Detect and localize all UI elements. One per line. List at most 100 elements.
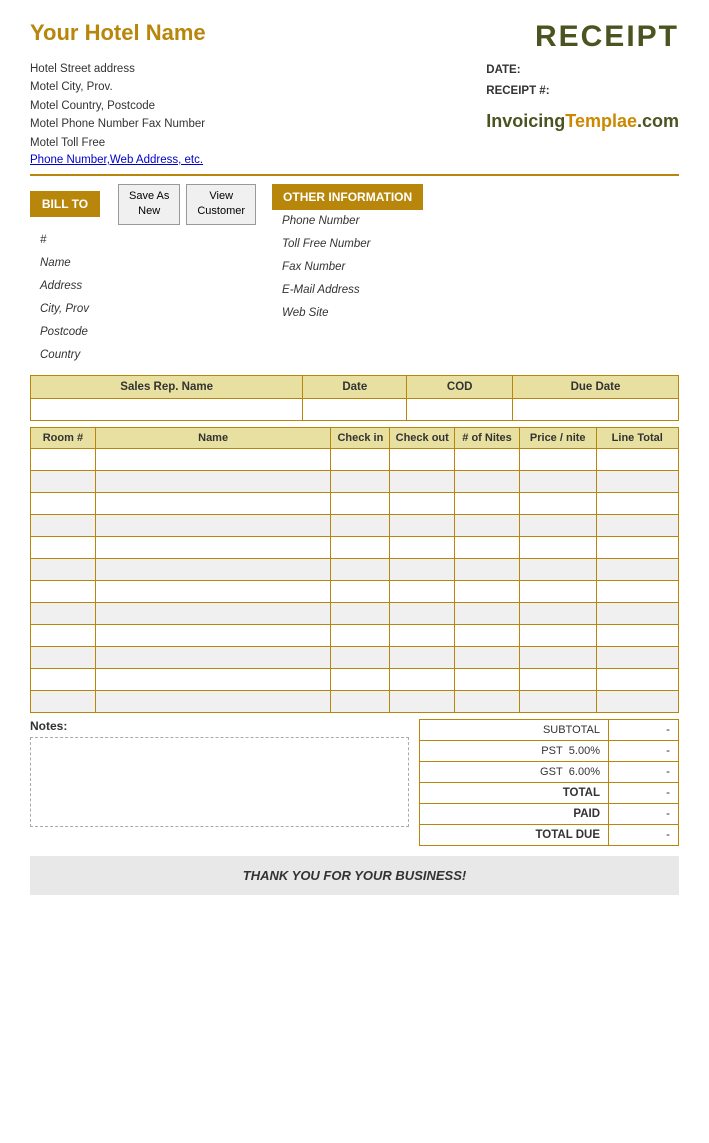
room-cell xyxy=(331,558,390,580)
room-cell xyxy=(331,514,390,536)
table-row xyxy=(31,690,679,712)
total-label: TOTAL xyxy=(420,782,609,803)
total-due-row: TOTAL DUE - xyxy=(420,824,679,845)
paid-row: PAID - xyxy=(420,803,679,824)
address-line4: Motel Phone Number Fax Number xyxy=(30,115,205,133)
room-cell xyxy=(31,492,96,514)
table-row xyxy=(31,514,679,536)
room-cell xyxy=(31,558,96,580)
bill-to-column: BILL TO Save AsNew ViewCustomer # Name A… xyxy=(30,184,256,367)
address-section: Hotel Street address Motel City, Prov. M… xyxy=(30,60,679,166)
room-cell xyxy=(455,602,520,624)
date-label: DATE: xyxy=(486,60,520,81)
room-cell xyxy=(390,514,455,536)
subtotal-row: SUBTOTAL - xyxy=(420,719,679,740)
bill-fields: # Name Address City, Prov Postcode Count… xyxy=(30,229,190,367)
room-cell xyxy=(95,646,331,668)
bill-other-section: BILL TO Save AsNew ViewCustomer # Name A… xyxy=(30,184,679,367)
other-field-tollfree: Toll Free Number xyxy=(272,233,679,256)
room-cell xyxy=(455,580,520,602)
col-room-hash: Room # xyxy=(31,427,96,448)
room-cell xyxy=(455,690,520,712)
room-cell xyxy=(596,580,679,602)
room-cell xyxy=(390,602,455,624)
room-cell xyxy=(455,646,520,668)
room-cell xyxy=(455,624,520,646)
notes-section: Notes: xyxy=(30,719,409,846)
room-table: Room # Name Check in Check out # of Nite… xyxy=(30,427,679,713)
room-cell xyxy=(331,602,390,624)
receipt-number-line: RECEIPT #: xyxy=(486,81,679,102)
room-cell xyxy=(31,536,96,558)
room-cell xyxy=(390,448,455,470)
totals-table: SUBTOTAL - PST 5.00% - GST 6.00% - TOTAL… xyxy=(419,719,679,846)
phone-link[interactable]: Phone Number,Web Address, etc. xyxy=(30,154,203,166)
room-cell xyxy=(95,470,331,492)
room-cell xyxy=(31,624,96,646)
col-room-name: Name xyxy=(95,427,331,448)
room-cell xyxy=(331,470,390,492)
room-cell xyxy=(455,668,520,690)
due-date-value xyxy=(513,398,679,420)
bill-to-top: BILL TO Save AsNew ViewCustomer xyxy=(30,184,256,225)
room-cell xyxy=(519,470,596,492)
room-cell xyxy=(95,558,331,580)
logo-invoicing: Invoicing xyxy=(486,111,565,131)
bill-field-postcode: Postcode xyxy=(30,321,190,344)
col-sales-rep: Sales Rep. Name xyxy=(31,375,303,398)
room-cell xyxy=(95,492,331,514)
table-row xyxy=(31,602,679,624)
notes-label: Notes: xyxy=(30,719,409,733)
sales-rep-row xyxy=(31,398,679,420)
room-cell xyxy=(455,470,520,492)
room-cell xyxy=(519,558,596,580)
gst-value: - xyxy=(609,761,679,782)
bill-field-country: Country xyxy=(30,344,190,367)
col-due-date: Due Date xyxy=(513,375,679,398)
save-as-new-button[interactable]: Save AsNew xyxy=(118,184,180,225)
room-cell xyxy=(519,536,596,558)
thank-you-bar: THANK YOU FOR YOUR BUSINESS! xyxy=(30,856,679,895)
room-cell xyxy=(331,690,390,712)
address-line5: Motel Toll Free xyxy=(30,134,205,152)
bill-field-name: Name xyxy=(30,252,190,275)
view-customer-button[interactable]: ViewCustomer xyxy=(186,184,256,225)
total-value: - xyxy=(609,782,679,803)
room-cell xyxy=(331,668,390,690)
room-cell xyxy=(596,448,679,470)
room-cell xyxy=(331,624,390,646)
table-row xyxy=(31,536,679,558)
address-line1: Hotel Street address xyxy=(30,60,205,78)
room-cell xyxy=(331,492,390,514)
table-row xyxy=(31,470,679,492)
logo-template: Templae xyxy=(565,111,637,131)
table-row xyxy=(31,624,679,646)
room-cell xyxy=(95,448,331,470)
room-cell xyxy=(519,602,596,624)
gst-label: GST 6.00% xyxy=(420,761,609,782)
other-field-fax: Fax Number xyxy=(272,256,679,279)
bill-field-hash: # xyxy=(30,229,190,252)
other-field-website: Web Site xyxy=(272,302,679,325)
hotel-name: Your Hotel Name xyxy=(30,20,206,46)
col-nites: # of Nites xyxy=(455,427,520,448)
table-row xyxy=(31,492,679,514)
date-line: DATE: xyxy=(486,60,679,81)
gst-rate: 6.00% xyxy=(569,766,600,778)
paid-value: - xyxy=(609,803,679,824)
table-row xyxy=(31,580,679,602)
address-line2: Motel City, Prov. xyxy=(30,78,205,96)
room-cell xyxy=(596,690,679,712)
total-due-value: - xyxy=(609,824,679,845)
notes-box[interactable] xyxy=(30,737,409,827)
sales-rep-table: Sales Rep. Name Date COD Due Date xyxy=(30,375,679,421)
room-cell xyxy=(519,448,596,470)
room-cell xyxy=(455,536,520,558)
other-info-fields: Phone Number Toll Free Number Fax Number… xyxy=(272,210,679,325)
room-cell xyxy=(455,558,520,580)
room-cell xyxy=(596,470,679,492)
room-cell xyxy=(31,668,96,690)
room-cell xyxy=(390,646,455,668)
pst-value: - xyxy=(609,740,679,761)
room-cell xyxy=(95,668,331,690)
